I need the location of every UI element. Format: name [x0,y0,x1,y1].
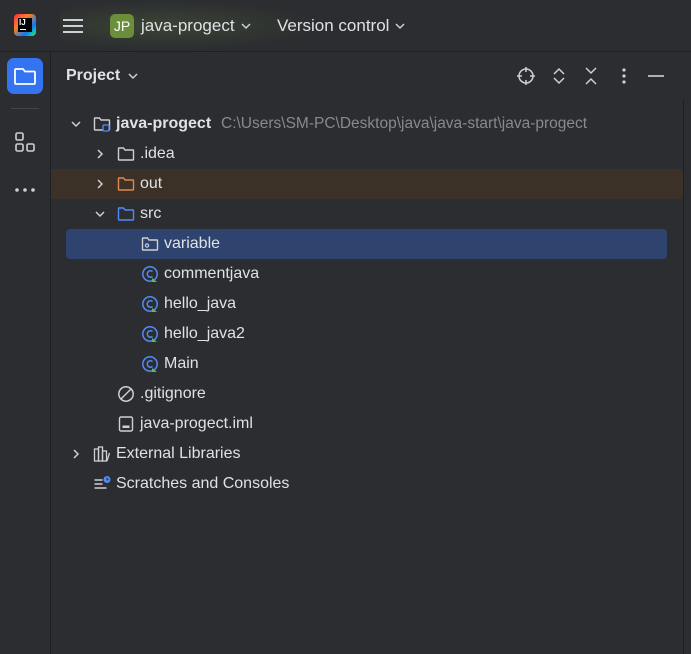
tree-item-label: java-progect [116,115,212,132]
chevron-down-icon [241,23,251,30]
main-menu-icon[interactable] [63,15,85,35]
panel-header: Project [51,52,683,102]
separator [11,108,39,109]
tree-item-iml[interactable]: java-progect.iml [51,409,683,439]
panel-title: Project [66,67,121,84]
tree-item-root[interactable]: java-progect C:\Users\SM-PC\Desktop\java… [51,109,683,139]
tree-item-label: External Libraries [116,445,241,462]
tree-item-file[interactable]: Main [51,349,683,379]
options-icon[interactable] [614,66,634,86]
tree-item-src[interactable]: src [51,199,683,229]
tree-item-label: Main [164,355,199,372]
library-icon [93,446,111,462]
chevron-down-icon [128,73,138,80]
chevron-right-icon[interactable] [94,178,106,190]
tree-item-label: variable [164,235,221,252]
tree-item-file[interactable]: hello_java [51,289,683,319]
scratches-icon [94,476,111,489]
tree-item-label: Scratches and Consoles [116,475,290,492]
java-class-icon [142,326,158,342]
project-panel: Project java-progect C:\Users\SM-PC\Desk… [51,52,683,654]
tool-window-strip [0,52,51,654]
title-bar: IJ JP java-progect Version control [0,0,691,52]
tree-item-out[interactable]: out [51,169,683,199]
intellij-logo-icon[interactable]: IJ [14,14,36,36]
tree-item-scratches[interactable]: Scratches and Consoles [51,469,683,499]
tree-item-label: commentjava [164,265,260,282]
tree-item-file[interactable]: hello_java2 [51,319,683,349]
collapse-all-icon[interactable] [581,66,601,86]
java-class-icon [142,296,158,312]
locate-icon[interactable] [516,66,536,86]
tree-item-variable[interactable]: variable [66,229,667,259]
module-file-icon [118,416,134,432]
tree-item-external-libraries[interactable]: External Libraries [51,439,683,469]
project-switcher[interactable]: JP java-progect [110,13,251,39]
excluded-folder-icon [117,177,135,191]
project-name: java-progect [141,16,235,35]
chevron-down-icon[interactable] [70,118,82,130]
tree-item-label: hello_java2 [164,325,245,342]
version-control-menu[interactable]: Version control [277,13,405,39]
tree-item-label: src [140,205,162,222]
minimize-icon[interactable] [646,66,666,86]
project-view-selector[interactable]: Project [66,67,138,85]
tree-item-label: .idea [140,145,175,162]
tree-item-label: out [140,175,163,192]
chevron-down-icon[interactable] [94,208,106,220]
chevron-right-icon[interactable] [94,148,106,160]
structure-icon[interactable] [13,130,37,154]
version-control-label: Version control [277,16,390,35]
expand-all-icon[interactable] [549,66,569,86]
tree-item-label: java-progect.iml [140,415,253,432]
project-badge: JP [110,14,134,38]
tree-item-file[interactable]: commentjava [51,259,683,289]
java-class-icon [142,266,158,282]
tree-item-label: .gitignore [140,385,206,402]
module-folder-icon [93,117,111,132]
source-folder-icon [117,207,135,221]
package-icon [141,237,159,251]
chevron-right-icon[interactable] [70,448,82,460]
java-class-icon [142,356,158,372]
project-tool-button[interactable] [7,58,43,94]
editor-edge [683,100,691,654]
folder-icon [14,68,36,85]
more-tools-icon[interactable] [13,178,37,202]
tree-item-label: hello_java [164,295,237,312]
tree-item-idea[interactable]: .idea [51,139,683,169]
ignore-file-icon [118,386,134,402]
chevron-down-icon [395,23,405,30]
tree-item-gitignore[interactable]: .gitignore [51,379,683,409]
tree-item-path: C:\Users\SM-PC\Desktop\java\java-start\j… [221,115,588,132]
folder-icon [117,147,135,161]
